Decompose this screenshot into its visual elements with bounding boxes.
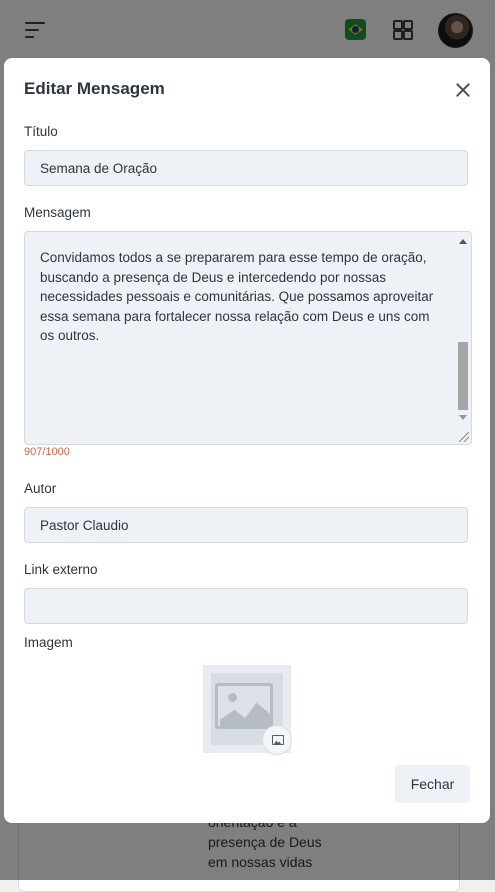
scroll-thumb[interactable] <box>458 342 468 410</box>
image-label: Imagem <box>24 635 73 650</box>
modal-title: Editar Mensagem <box>24 79 165 98</box>
link-label: Link externo <box>24 562 98 577</box>
title-label: Título <box>24 124 58 139</box>
edit-message-modal: Editar Mensagem Título Mensagem 09/09: A… <box>4 58 490 823</box>
close-button[interactable]: Fechar <box>395 765 470 803</box>
character-counter: 907/1000 <box>24 446 70 458</box>
author-label: Autor <box>24 481 57 496</box>
scroll-down-icon[interactable] <box>459 415 467 420</box>
scrollbar[interactable] <box>455 232 471 444</box>
link-input[interactable] <box>24 588 468 624</box>
scroll-up-icon[interactable] <box>459 239 467 244</box>
resize-handle-icon[interactable] <box>459 432 469 442</box>
message-textarea[interactable]: 09/09: Abertura e introdução ao tema da … <box>24 231 472 445</box>
author-input[interactable] <box>24 507 468 543</box>
message-label: Mensagem <box>24 205 91 220</box>
image-placeholder-icon <box>215 683 273 729</box>
close-icon[interactable] <box>453 80 473 100</box>
upload-image-icon[interactable] <box>262 725 292 755</box>
message-text: 09/09: Abertura e introdução ao tema da … <box>40 250 434 343</box>
title-input[interactable] <box>24 150 468 186</box>
image-placeholder[interactable] <box>203 665 292 755</box>
